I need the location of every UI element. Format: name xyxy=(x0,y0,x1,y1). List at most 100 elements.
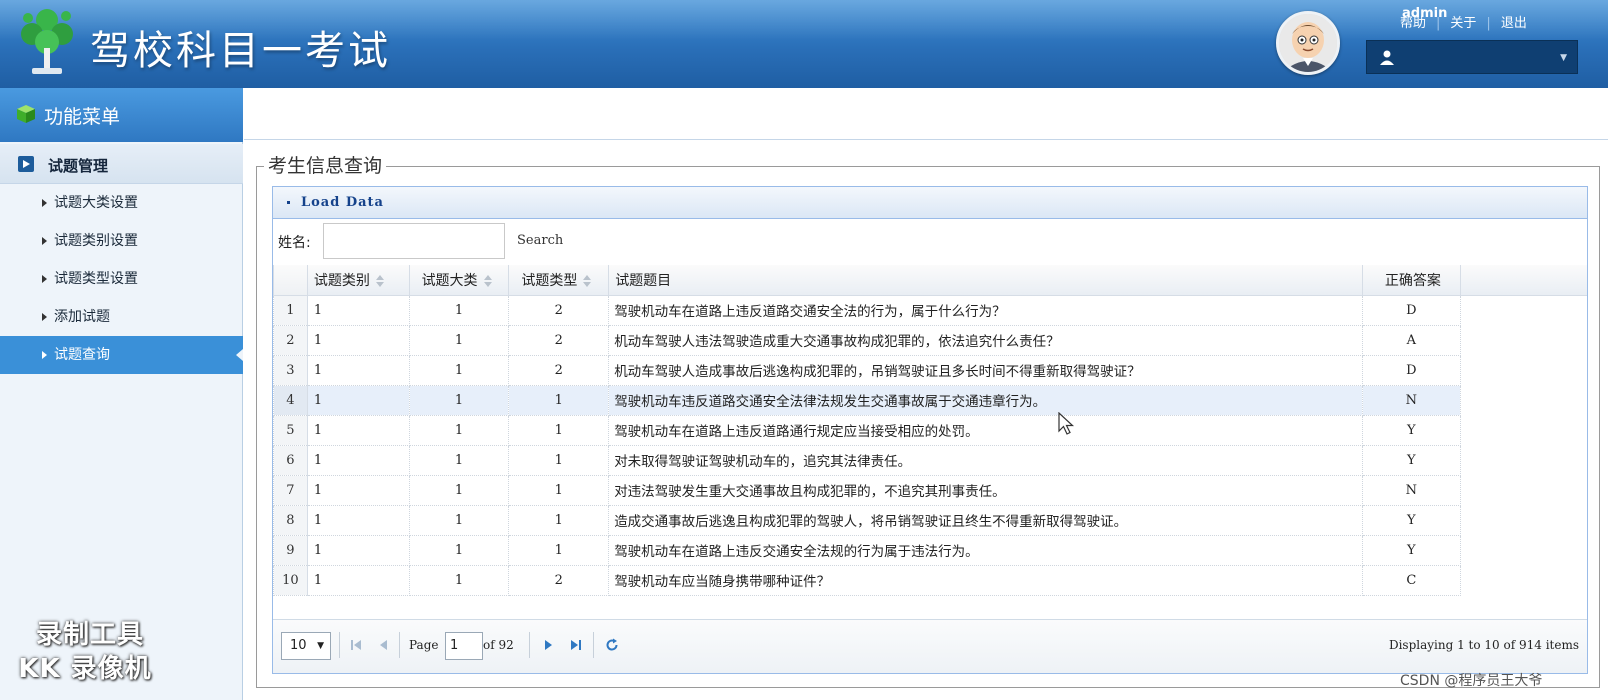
sidebar-item-type[interactable]: 试题类型设置 xyxy=(0,260,243,298)
table-row[interactable]: 5 1 1 1 驾驶机动车在道路上违反道路通行规定应当接受相应的处罚。 Y xyxy=(273,414,1587,446)
row-number: 9 xyxy=(273,534,308,566)
row-number: 5 xyxy=(273,414,308,446)
next-page-icon[interactable] xyxy=(541,638,555,652)
sidebar-item-label: 试题类别设置 xyxy=(54,233,138,249)
column-header-label: 正确答案 xyxy=(1384,272,1441,289)
cell-question: 机动车驾驶人造成事故后逃逸构成犯罪的，吊销驾驶证且多长时间不得重新取得驾驶证？ xyxy=(608,354,1363,386)
logout-link[interactable]: 退出 xyxy=(1501,16,1527,31)
cell-category: 1 xyxy=(306,474,410,506)
cell-major: 1 xyxy=(408,564,510,596)
watermark-line: 录制工具 xyxy=(35,620,144,650)
cube-icon xyxy=(17,105,35,123)
table-row[interactable]: 8 1 1 1 造成交通事故后逃逸且构成犯罪的驾驶人，将吊销驾驶证且终生不得重新取得驾驶… xyxy=(273,504,1587,536)
cell-category: 1 xyxy=(306,414,410,446)
cell-filler xyxy=(1460,535,1587,565)
last-page-icon[interactable] xyxy=(569,638,583,652)
cell-type: 2 xyxy=(508,294,610,326)
cell-answer: A xyxy=(1361,324,1461,356)
table-row[interactable]: 2 1 1 2 机动车驾驶人违法驾驶造成重大交通事故构成犯罪的，依法追究什么责任？ A xyxy=(273,324,1587,356)
sidebar-item-label: 添加试题 xyxy=(54,309,110,325)
table-row[interactable]: 3 1 1 2 机动车驾驶人造成事故后逃逸构成犯罪的，吊销驾驶证且多长时间不得重新取得驾… xyxy=(273,354,1587,386)
table-row[interactable]: 4 1 1 1 驾驶机动车违反道路交通安全法律法规发生交通事故属于交通违章行为。 N xyxy=(273,384,1587,416)
cell-filler xyxy=(1460,355,1587,385)
cell-question: 对未取得驾驶证驾驶机动车的，追究其法律责任。 xyxy=(608,444,1363,476)
cell-major: 1 xyxy=(408,384,510,416)
column-header-label: 试题类别 xyxy=(313,272,370,289)
refresh-icon[interactable] xyxy=(605,638,619,652)
sidebar-item-add-question[interactable]: 添加试题 xyxy=(0,298,243,336)
cell-category: 1 xyxy=(306,564,410,596)
bullet-arrow-icon xyxy=(42,275,47,283)
sidebar-item-category[interactable]: 试题类别设置 xyxy=(0,222,243,260)
cell-type: 2 xyxy=(508,564,610,596)
first-page-icon[interactable] xyxy=(349,638,363,652)
name-input[interactable] xyxy=(323,223,505,259)
table-row[interactable]: 9 1 1 1 驾驶机动车在道路上违反交通安全法规的行为属于违法行为。 Y xyxy=(273,534,1587,566)
grid-header-row: 试题类别 试题大类 试题类型 试题题目 正确答案 xyxy=(273,265,1587,296)
cell-filler xyxy=(1460,505,1587,535)
row-number: 4 xyxy=(273,384,308,416)
sidebar-item-label: 试题大类设置 xyxy=(54,195,138,211)
table-row[interactable]: 1 1 1 2 驾驶机动车在道路上违反道路交通安全法的行为，属于什么行为？ D xyxy=(273,294,1587,326)
sidebar: 功能菜单 试题管理 试题大类设置 试题类别设置 试题类型设置 添加试题 试题查询 xyxy=(0,88,243,700)
cell-answer: N xyxy=(1361,384,1461,416)
column-header-category[interactable]: 试题类别 xyxy=(306,265,410,296)
help-link[interactable]: 帮助 xyxy=(1400,16,1426,31)
cell-answer: D xyxy=(1361,294,1461,326)
column-header-major[interactable]: 试题大类 xyxy=(408,265,510,296)
sidebar-item-category-major[interactable]: 试题大类设置 xyxy=(0,184,243,222)
cell-major: 1 xyxy=(408,354,510,386)
cell-filler xyxy=(1460,295,1587,325)
mouse-cursor-icon xyxy=(1058,412,1075,435)
prev-page-icon[interactable] xyxy=(377,638,391,652)
cell-question: 对违法驾驶发生重大交通事故且构成犯罪的，不追究其刑事责任。 xyxy=(608,474,1363,506)
user-dropdown[interactable]: ▼ xyxy=(1366,40,1578,74)
cell-question: 机动车驾驶人违法驾驶造成重大交通事故构成犯罪的，依法追究什么责任？ xyxy=(608,324,1363,356)
menu-group-question-management[interactable]: 试题管理 xyxy=(0,144,243,184)
table-row[interactable]: 10 1 1 2 驾驶机动车应当随身携带哪种证件？ C xyxy=(273,564,1587,596)
user-icon xyxy=(1380,50,1394,65)
column-header-answer[interactable]: 正确答案 xyxy=(1361,265,1461,296)
cell-question: 驾驶机动车在道路上违反道路交通安全法的行为，属于什么行为？ xyxy=(608,294,1363,326)
cell-type: 1 xyxy=(508,474,610,506)
cell-answer: N xyxy=(1361,474,1461,506)
cell-major: 1 xyxy=(408,504,510,536)
column-header-label: 试题类型 xyxy=(521,272,578,289)
cell-filler xyxy=(1460,385,1587,415)
table-row[interactable]: 6 1 1 1 对未取得驾驶证驾驶机动车的，追究其法律责任。 Y xyxy=(273,444,1587,476)
search-button[interactable]: Search xyxy=(517,233,563,248)
bullet-arrow-icon xyxy=(42,199,47,207)
page-size-select[interactable]: 10 ▼ xyxy=(281,632,331,660)
sort-icon xyxy=(375,274,384,287)
sidebar-item-label: 试题查询 xyxy=(54,347,110,363)
avatar xyxy=(1276,11,1340,75)
column-header-type[interactable]: 试题类型 xyxy=(508,265,610,296)
panel-title-bar: Load Data xyxy=(273,187,1587,219)
cell-category: 1 xyxy=(306,444,410,476)
column-header-question[interactable]: 试题题目 xyxy=(608,265,1363,296)
sidebar-item-label: 试题类型设置 xyxy=(54,271,138,287)
cell-major: 1 xyxy=(408,444,510,476)
cell-type: 2 xyxy=(508,354,610,386)
chevron-down-icon: ▼ xyxy=(1560,53,1567,63)
page-number-input[interactable]: 1 xyxy=(445,632,483,660)
sort-icon xyxy=(483,274,492,287)
cell-filler xyxy=(1460,325,1587,355)
table-row[interactable]: 7 1 1 1 对违法驾驶发生重大交通事故且构成犯罪的，不追究其刑事责任。 N xyxy=(273,474,1587,506)
sidebar-item-query[interactable]: 试题查询 xyxy=(0,336,243,374)
cell-category: 1 xyxy=(306,324,410,356)
cell-filler xyxy=(1460,475,1587,505)
column-header-filler xyxy=(1459,265,1587,296)
pager-separator xyxy=(339,632,340,658)
menu-group-label: 试题管理 xyxy=(48,157,109,175)
cell-category: 1 xyxy=(306,384,410,416)
cell-category: 1 xyxy=(306,504,410,536)
row-number: 2 xyxy=(273,324,308,356)
menu-list: 试题大类设置 试题类别设置 试题类型设置 添加试题 试题查询 xyxy=(0,184,243,374)
about-link[interactable]: 关于 xyxy=(1450,16,1476,31)
cartoon-avatar xyxy=(1279,14,1337,72)
link-separator: | xyxy=(1436,16,1441,31)
cell-answer: Y xyxy=(1361,504,1461,536)
page-label: Page xyxy=(409,638,439,652)
cell-filler xyxy=(1460,445,1587,475)
